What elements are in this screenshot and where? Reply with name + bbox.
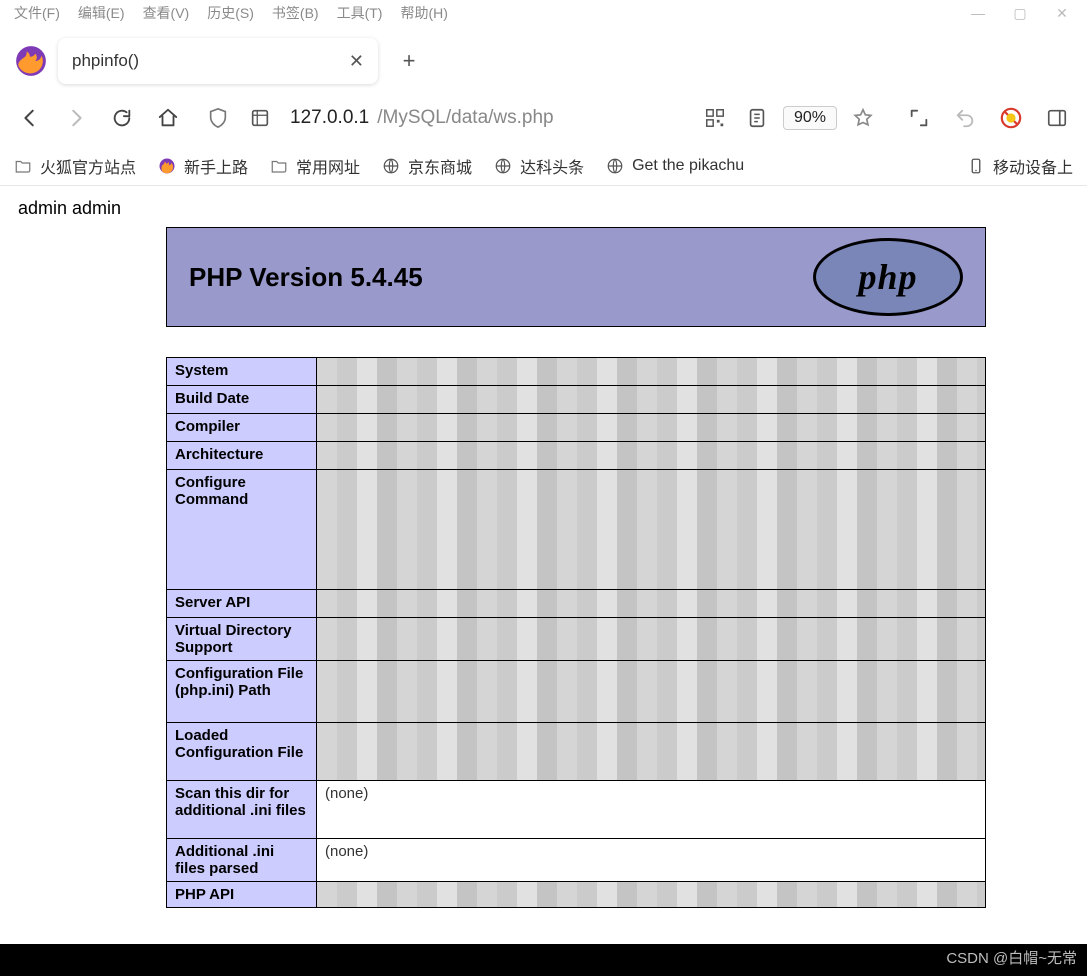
bookmark-getting-started[interactable]: 新手上路	[158, 154, 248, 178]
bookmark-label: 常用网址	[296, 154, 360, 178]
phpinfo-value	[317, 882, 986, 908]
table-row: System	[167, 358, 986, 386]
bookmark-folder-common[interactable]: 常用网址	[270, 154, 360, 178]
table-row: Scan this dir for additional .ini files(…	[167, 781, 986, 839]
phpinfo-key: Configure Command	[167, 470, 317, 590]
bookmark-jd[interactable]: 京东商城	[382, 154, 472, 178]
bookmark-label: 移动设备上	[993, 154, 1073, 178]
noscript-icon[interactable]	[995, 102, 1027, 134]
tab-title: phpinfo()	[72, 51, 139, 71]
phpinfo-key: PHP API	[167, 882, 317, 908]
bottom-black-bar	[0, 944, 1087, 976]
sidebar-toggle-icon[interactable]	[1041, 102, 1073, 134]
reload-button[interactable]	[106, 102, 138, 134]
tab-strip: phpinfo() ✕ +	[0, 26, 1087, 90]
phpinfo-value	[317, 470, 986, 590]
phpinfo-value	[317, 414, 986, 442]
phpinfo-value	[317, 590, 986, 618]
window-maximize-button[interactable]: ▢	[1013, 5, 1027, 22]
new-tab-button[interactable]: +	[392, 44, 426, 78]
url-host: 127.0.0.1	[290, 107, 369, 129]
forward-button[interactable]	[60, 102, 92, 134]
bookmark-label: 火狐官方站点	[40, 154, 136, 178]
home-button[interactable]	[152, 102, 184, 134]
window-minimize-button[interactable]: —	[971, 5, 985, 22]
back-button[interactable]	[14, 102, 46, 134]
bookmarks-bar: 火狐官方站点 新手上路 常用网址 京东商城 达科头条 Get the pikac…	[0, 146, 1087, 186]
phpinfo-key: Scan this dir for additional .ini files	[167, 781, 317, 839]
phpinfo-value	[317, 442, 986, 470]
phpinfo-key: Additional .ini files parsed	[167, 839, 317, 882]
table-row: Compiler	[167, 414, 986, 442]
table-row: Architecture	[167, 442, 986, 470]
phpinfo-value	[317, 723, 986, 781]
screenshot-icon[interactable]	[903, 102, 935, 134]
bookmark-label: 新手上路	[184, 154, 248, 178]
table-row: Build Date	[167, 386, 986, 414]
menu-bookmarks[interactable]: 书签(B)	[264, 1, 327, 25]
address-text[interactable]: 127.0.0.1/MySQL/data/ws.php	[286, 107, 689, 129]
page-content: admin admin PHP Version 5.4.45 php Syste…	[0, 186, 1087, 908]
phpinfo-key: Build Date	[167, 386, 317, 414]
phpinfo-value: (none)	[317, 781, 986, 839]
window-caption-buttons: — ▢ ✕	[971, 5, 1081, 22]
phpinfo-value: (none)	[317, 839, 986, 882]
php-version-heading: PHP Version 5.4.45	[189, 262, 423, 293]
table-row: Configuration File (php.ini) Path	[167, 661, 986, 723]
menu-file[interactable]: 文件(F)	[6, 1, 68, 25]
phpinfo-value	[317, 618, 986, 661]
site-identity-icon[interactable]	[244, 102, 276, 134]
php-logo-icon: php	[813, 238, 963, 316]
menu-tools[interactable]: 工具(T)	[329, 1, 391, 25]
tab-close-icon[interactable]: ✕	[349, 51, 364, 72]
os-menu-bar: 文件(F) 编辑(E) 查看(V) 历史(S) 书签(B) 工具(T) 帮助(H…	[0, 0, 1087, 26]
menu-history[interactable]: 历史(S)	[199, 1, 262, 25]
bookmark-label: Get the pikachu	[632, 157, 744, 175]
shield-icon[interactable]	[202, 102, 234, 134]
table-row: Loaded Configuration File	[167, 723, 986, 781]
phpinfo-key: Configuration File (php.ini) Path	[167, 661, 317, 723]
phpinfo-key: Compiler	[167, 414, 317, 442]
bookmark-dake[interactable]: 达科头条	[494, 154, 584, 178]
window-close-button[interactable]: ✕	[1055, 5, 1069, 22]
bookmark-label: 京东商城	[408, 154, 472, 178]
menu-view[interactable]: 查看(V)	[135, 1, 198, 25]
phpinfo-table: SystemBuild DateCompilerArchitectureConf…	[166, 357, 986, 908]
page-raw-output: admin admin	[18, 198, 1087, 219]
phpinfo-key: Loaded Configuration File	[167, 723, 317, 781]
url-bar[interactable]: 127.0.0.1/MySQL/data/ws.php 90%	[198, 98, 883, 138]
table-row: Virtual Directory Support	[167, 618, 986, 661]
bookmark-mobile-devices[interactable]: 移动设备上	[967, 154, 1073, 178]
table-row: Server API	[167, 590, 986, 618]
url-path: /MySQL/data/ws.php	[377, 107, 553, 129]
firefox-logo-icon	[14, 44, 48, 78]
bookmark-pikachu[interactable]: Get the pikachu	[606, 157, 744, 175]
menu-help[interactable]: 帮助(H)	[392, 1, 455, 25]
table-row: Additional .ini files parsed(none)	[167, 839, 986, 882]
navigation-toolbar: 127.0.0.1/MySQL/data/ws.php 90%	[0, 90, 1087, 146]
phpinfo-key: Server API	[167, 590, 317, 618]
phpinfo-key: System	[167, 358, 317, 386]
phpinfo-key: Virtual Directory Support	[167, 618, 317, 661]
table-row: PHP API	[167, 882, 986, 908]
undo-icon[interactable]	[949, 102, 981, 134]
table-row: Configure Command	[167, 470, 986, 590]
bookmark-star-icon[interactable]	[847, 102, 879, 134]
reader-mode-icon[interactable]	[741, 102, 773, 134]
qr-icon[interactable]	[699, 102, 731, 134]
menu-edit[interactable]: 编辑(E)	[70, 1, 133, 25]
phpinfo-key: Architecture	[167, 442, 317, 470]
phpinfo-value	[317, 386, 986, 414]
phpinfo-banner: PHP Version 5.4.45 php	[166, 227, 986, 327]
phpinfo-value	[317, 661, 986, 723]
bookmark-label: 达科头条	[520, 154, 584, 178]
toolbar-end-buttons	[903, 102, 1073, 134]
phpinfo-value	[317, 358, 986, 386]
bookmark-folder-firefox-official[interactable]: 火狐官方站点	[14, 154, 136, 178]
tab-phpinfo[interactable]: phpinfo() ✕	[58, 38, 378, 84]
zoom-indicator[interactable]: 90%	[783, 106, 837, 130]
